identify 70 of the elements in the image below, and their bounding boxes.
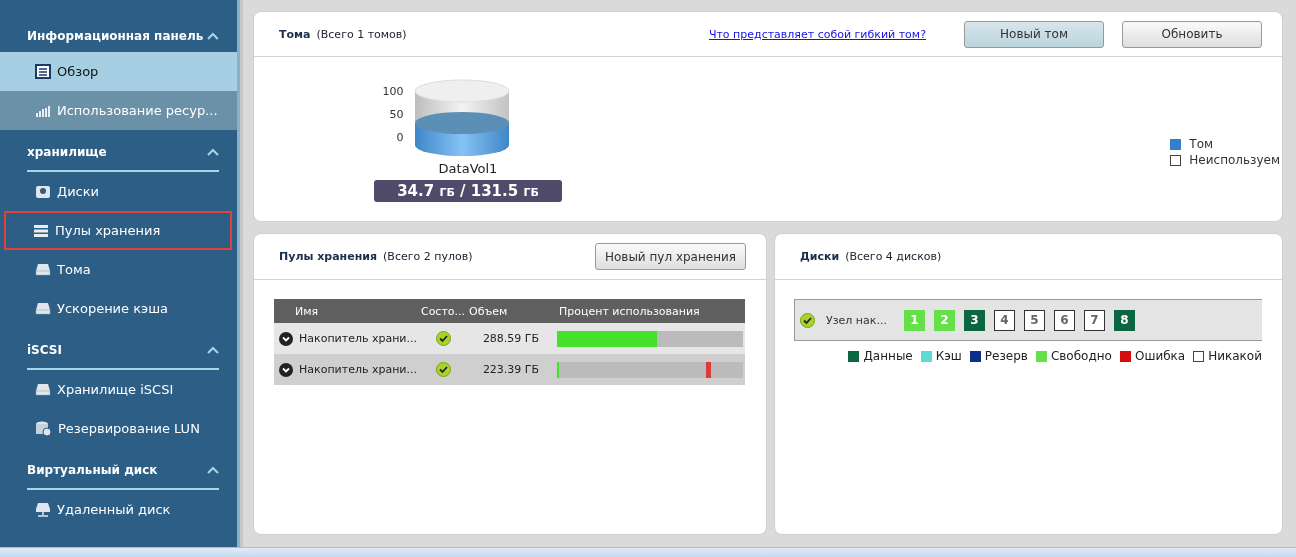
- legend-label: Данные: [863, 349, 913, 363]
- collapse-icon[interactable]: [207, 346, 219, 354]
- table-row[interactable]: Накопитель храни... 288.59 ГБ: [274, 323, 745, 354]
- legend-label: Резерв: [984, 349, 1028, 363]
- nav-item[interactable]: Хранилище iSCSI: [0, 370, 237, 409]
- disk-bay[interactable]: 3: [963, 309, 985, 331]
- toolbar-button[interactable]: Обновить: [1122, 20, 1262, 48]
- disk-bay[interactable]: 4: [993, 309, 1015, 331]
- toolbar-button[interactable]: Новый том: [964, 20, 1104, 48]
- pool-size: 288.59 ГБ: [481, 332, 541, 345]
- nav-item[interactable]: Тома: [0, 250, 237, 289]
- legend-label: Ошибка: [1134, 349, 1186, 363]
- nav-item[interactable]: Резервирование LUN: [0, 409, 237, 448]
- panel-title: Тома: [279, 27, 311, 41]
- drive-icon: [35, 302, 51, 315]
- legend-label: Том: [1189, 137, 1214, 151]
- axis-label: 0: [396, 130, 404, 146]
- section-header[interactable]: iSCSI: [27, 332, 219, 370]
- capacity-badge: 34.7 ГБ / 131.5 ГБ: [374, 180, 562, 202]
- section-title: iSCSI: [27, 343, 62, 357]
- disk-bay[interactable]: 7: [1083, 309, 1105, 331]
- pool-size: 223.39 ГБ: [481, 363, 541, 376]
- legend-label: Кэш: [935, 349, 962, 363]
- column-header: Имя: [294, 304, 320, 318]
- network-drive-icon: [35, 502, 51, 517]
- collapse-icon[interactable]: [207, 148, 219, 156]
- nav-item[interactable]: Ускорение кэша: [0, 289, 237, 328]
- pool-name: Накопитель храни...: [299, 332, 417, 345]
- section-header[interactable]: хранилище: [27, 134, 219, 172]
- legend-label: Свободно: [1050, 349, 1112, 363]
- new-pool-button[interactable]: Новый пул хранения: [595, 243, 746, 270]
- expand-icon[interactable]: [279, 331, 293, 346]
- nav-item[interactable]: Пулы хранения: [4, 211, 232, 250]
- nav-item[interactable]: Обзор: [0, 52, 237, 91]
- table-row[interactable]: Накопитель храни... 223.39 ГБ: [274, 354, 745, 385]
- storage-stack-icon: [33, 224, 49, 237]
- nav-item[interactable]: Диски: [0, 172, 237, 211]
- enclosure-name: Узел нак...: [826, 313, 887, 327]
- column-header: Объем: [468, 304, 509, 318]
- collapse-icon[interactable]: [207, 466, 219, 474]
- column-header: Процент использования: [558, 304, 701, 318]
- section-title: Информационная панель: [27, 28, 204, 43]
- axis-label: 50: [389, 107, 404, 123]
- column-header: Состо...: [419, 304, 467, 318]
- legend-label: Неиспользуем: [1189, 153, 1280, 167]
- panel-title: Пулы хранения: [279, 250, 378, 263]
- drive-icon: [35, 383, 51, 396]
- panel-title: Диски: [800, 250, 840, 263]
- nav-item[interactable]: Удаленный диск: [0, 490, 237, 529]
- database-clock-icon: [35, 420, 52, 437]
- expand-icon[interactable]: [279, 362, 293, 377]
- disk-count: (Всего 4 дисков): [845, 250, 942, 263]
- pool-name: Накопитель храни...: [299, 363, 417, 376]
- axis-label: 100: [382, 84, 404, 100]
- drive-icon: [35, 263, 51, 276]
- volume-name: DataVol1: [438, 161, 498, 176]
- help-link[interactable]: Что представляет собой гибкий том?: [708, 27, 926, 41]
- disk-bay[interactable]: 6: [1053, 309, 1075, 331]
- volume-count: (Всего 1 томов): [316, 27, 407, 41]
- disk-bay[interactable]: 8: [1113, 309, 1135, 331]
- section-header[interactable]: Виртуальный диск: [27, 452, 219, 490]
- legend-label: Никакой: [1208, 349, 1262, 363]
- collapse-icon[interactable]: [207, 31, 219, 40]
- list-icon: [35, 64, 51, 79]
- section-title: Виртуальный диск: [27, 463, 158, 477]
- section-title: хранилище: [27, 145, 107, 159]
- disk-bay[interactable]: 5: [1023, 309, 1045, 331]
- pool-count: (Всего 2 пулов): [383, 250, 473, 263]
- section-header[interactable]: Информационная панель: [27, 19, 219, 52]
- bar-chart-icon: [35, 103, 51, 118]
